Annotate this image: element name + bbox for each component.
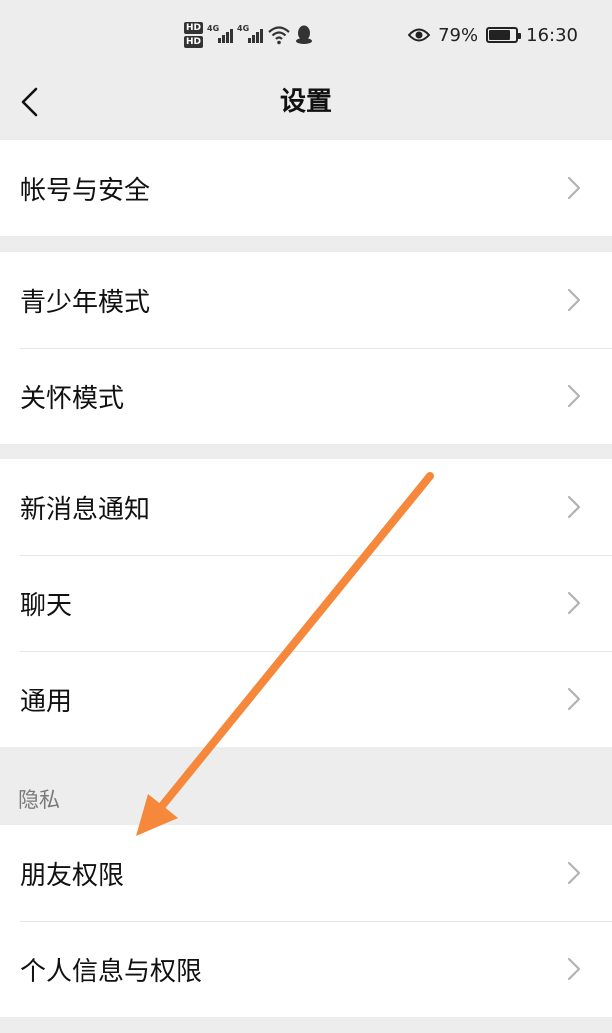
status-bar: HD HD 4G 4G 79% 16:30 (0, 0, 612, 70)
chevron-right-icon (567, 861, 581, 885)
page-title: 设置 (279, 87, 332, 117)
nav-bar: 设置 (0, 70, 612, 140)
menu-item-teen-mode[interactable]: 青少年模式 (0, 252, 612, 348)
eye-icon (408, 28, 431, 42)
menu-item-label: 新消息通知 (20, 494, 151, 525)
menu-item-chat[interactable]: 聊天 (0, 555, 612, 651)
clock: 16:30 (526, 24, 578, 46)
chevron-right-icon (567, 288, 581, 312)
menu-item-account-security[interactable]: 帐号与安全 (0, 140, 612, 236)
menu-item-label: 聊天 (20, 590, 73, 621)
menu-item-general[interactable]: 通用 (0, 651, 612, 747)
chevron-right-icon (567, 384, 581, 408)
menu-item-notifications[interactable]: 新消息通知 (0, 459, 612, 555)
menu-item-personal-info-permissions[interactable]: 个人信息与权限 (0, 921, 612, 1017)
wifi-icon (268, 26, 290, 45)
group-account: 帐号与安全 (0, 140, 612, 236)
group-general: 新消息通知 聊天 通用 (0, 459, 612, 747)
menu-item-label: 青少年模式 (20, 287, 151, 318)
chevron-right-icon (567, 495, 581, 519)
battery-icon (486, 27, 522, 43)
menu-item-label: 朋友权限 (20, 860, 125, 891)
qq-icon (296, 25, 313, 44)
chevron-right-icon (567, 687, 581, 711)
hd-icon: HD HD (184, 22, 204, 48)
menu-item-label: 帐号与安全 (20, 175, 151, 206)
chevron-right-icon (567, 591, 581, 615)
chevron-right-icon (567, 957, 581, 981)
chevron-right-icon (567, 176, 581, 200)
menu-item-label: 关怀模式 (20, 383, 125, 414)
battery-fill (489, 30, 510, 40)
status-right: 79% 16:30 (408, 22, 578, 48)
status-left-icons: HD HD 4G 4G (184, 16, 313, 54)
menu-item-label: 个人信息与权限 (20, 956, 203, 987)
menu-item-friend-permissions[interactable]: 朋友权限 (0, 825, 612, 921)
menu-item-label: 通用 (20, 686, 73, 717)
signal-icon-2: 4G (237, 24, 264, 43)
group-modes: 青少年模式 关怀模式 (0, 252, 612, 444)
section-header-privacy: 隐私 (18, 788, 60, 812)
menu-item-care-mode[interactable]: 关怀模式 (0, 348, 612, 444)
signal-icon: 4G (207, 24, 234, 43)
battery-percent: 79% (438, 24, 479, 46)
group-privacy: 朋友权限 个人信息与权限 (0, 825, 612, 1017)
